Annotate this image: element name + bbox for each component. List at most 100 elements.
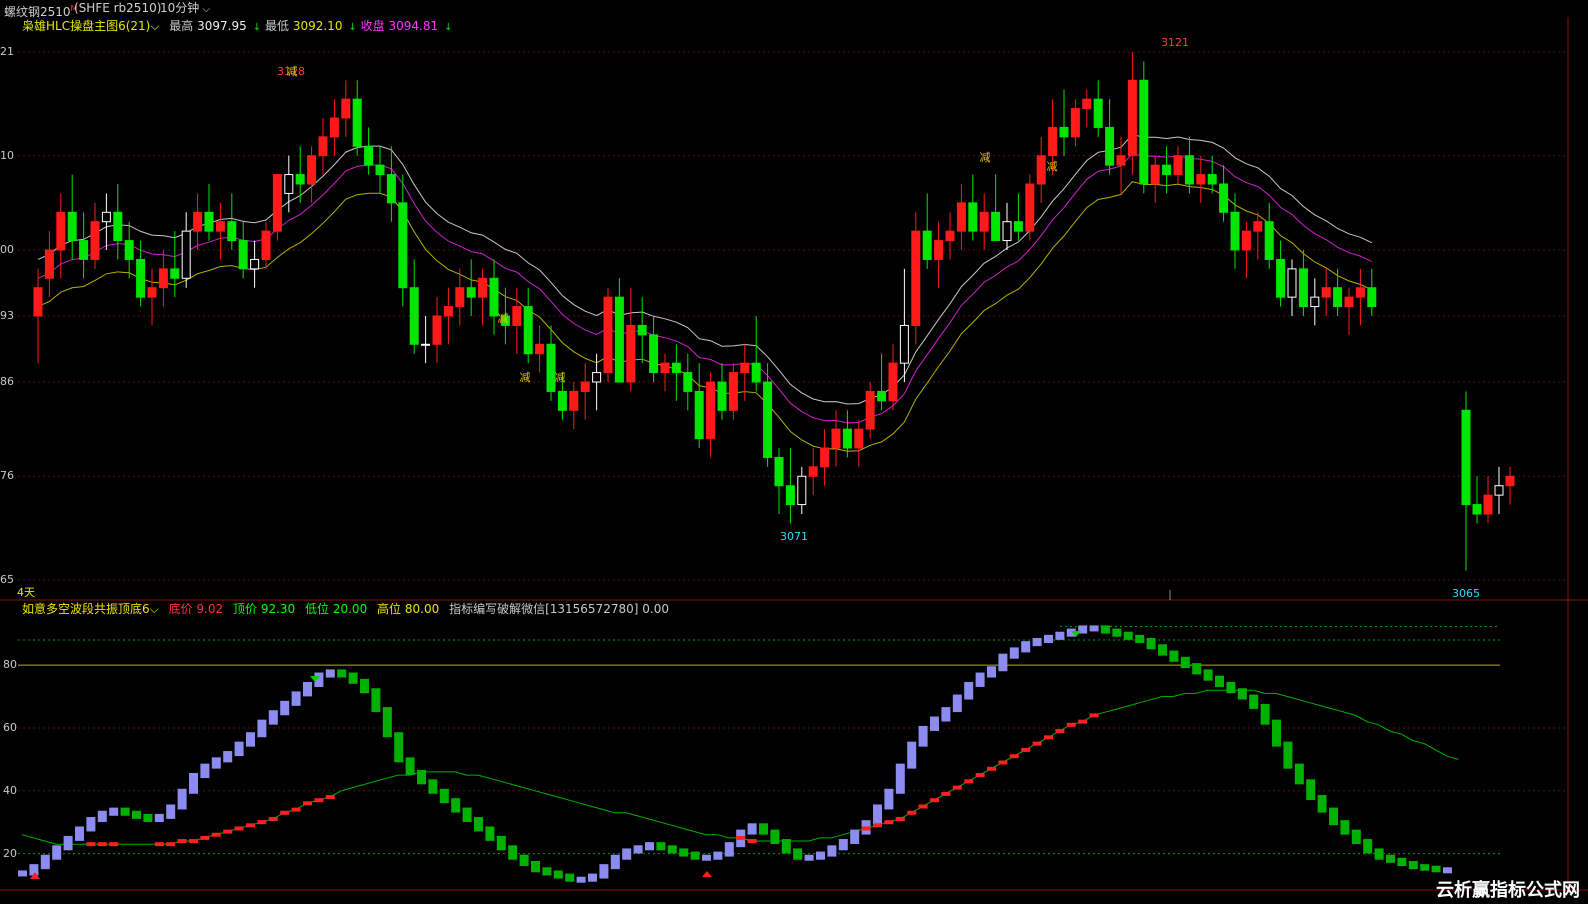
candle <box>1355 287 1365 298</box>
osc-red-mark <box>998 760 1008 765</box>
title-bar: 螺纹钢2510M (SHFE rb2510) 10分钟 ⌵ <box>0 0 1588 19</box>
trough-label: 3065 <box>1452 587 1480 600</box>
chevron-down-icon: ⌵ <box>149 602 159 616</box>
osc-bar <box>1135 634 1145 643</box>
osc-bar <box>531 861 540 873</box>
ma-white-line <box>37 133 1373 405</box>
y-tick-label: 76 <box>0 469 14 483</box>
bottom-label: 底价 <box>168 602 193 616</box>
candle <box>512 306 522 326</box>
osc-bar <box>325 669 335 678</box>
osc-bar <box>462 807 472 823</box>
osc-red-mark <box>873 823 882 828</box>
osc-red-mark <box>1044 735 1053 740</box>
candle <box>181 230 191 279</box>
candle <box>968 202 978 232</box>
candle <box>318 136 328 157</box>
osc-bar <box>542 867 552 876</box>
osc-bar <box>40 854 50 870</box>
osc-bar <box>759 823 768 835</box>
main-indicator-name[interactable]: 枭雄HLC操盘主图6(21)⌵ <box>22 19 159 33</box>
osc-bar <box>679 848 689 857</box>
candle <box>614 296 624 383</box>
candle <box>261 230 271 260</box>
bottom-value: 9.02 <box>196 602 224 616</box>
osc-red-mark <box>246 823 255 828</box>
osc-bar <box>1044 634 1053 643</box>
candle <box>101 211 111 223</box>
period-selector[interactable]: 10分钟 ⌵ <box>160 0 210 18</box>
osc-bar <box>189 773 198 794</box>
osc-bar <box>257 719 267 738</box>
candle <box>899 324 909 364</box>
candle <box>158 268 168 289</box>
osc-bar <box>211 757 221 769</box>
osc-bar <box>1237 688 1247 700</box>
osc-bar <box>1386 854 1395 863</box>
osc-bar <box>382 707 392 738</box>
osc-bar <box>667 845 677 854</box>
candle <box>56 211 66 251</box>
osc-red-mark <box>987 766 996 771</box>
osc-bar <box>303 681 312 697</box>
candle <box>1472 504 1482 515</box>
osc-bar <box>405 757 415 775</box>
candle <box>272 174 282 232</box>
sub-indicator-name[interactable]: 如意多空波段共振顶底6⌵ <box>22 602 159 616</box>
candle <box>865 390 875 430</box>
candle <box>1048 126 1058 157</box>
osc-bar <box>747 823 757 835</box>
osc-bar <box>793 848 803 860</box>
low-value: 3092.10 <box>292 19 343 33</box>
osc-bar <box>713 851 723 860</box>
candle <box>1310 296 1320 308</box>
osc-bar <box>884 788 894 810</box>
osc-red-mark <box>268 817 278 822</box>
osc-bar <box>724 842 734 857</box>
osc-bar <box>998 653 1008 672</box>
osc-bar <box>291 691 301 706</box>
signal-label: 减 <box>287 65 298 78</box>
osc-red-mark <box>166 842 176 847</box>
candle <box>1196 174 1206 185</box>
y-tick-label: 00 <box>0 243 14 256</box>
candle <box>1505 475 1515 487</box>
osc-bar <box>576 876 586 883</box>
osc-bar <box>690 851 700 860</box>
osc-bar <box>177 788 187 810</box>
osc-bar <box>838 839 848 851</box>
low-level-value: 20.00 <box>332 602 368 616</box>
candle <box>341 98 351 119</box>
candle <box>831 428 841 449</box>
candlestick-series <box>33 52 1515 571</box>
osc-bar <box>770 829 780 845</box>
author-value: 0.00 <box>642 602 669 616</box>
osc-red-mark <box>1066 722 1076 727</box>
osc-bar <box>496 835 506 851</box>
signal-label: 减 <box>555 371 566 384</box>
close-value: 3094.81 <box>388 19 439 33</box>
osc-red-mark <box>736 835 746 840</box>
candle <box>79 240 89 260</box>
osc-bar <box>1055 631 1065 640</box>
candle <box>375 164 385 176</box>
osc-bar <box>166 804 176 819</box>
candle <box>1287 268 1297 298</box>
osc-bar <box>234 741 244 757</box>
candle <box>90 221 100 260</box>
osc-red-mark <box>257 820 267 825</box>
y-tick-label: 40 <box>3 783 17 797</box>
candle <box>1494 485 1504 496</box>
candle <box>877 390 887 402</box>
top-label: 顶价 <box>232 602 257 616</box>
candle <box>1162 164 1172 176</box>
osc-red-mark <box>1032 741 1042 746</box>
candle <box>1367 287 1377 308</box>
osc-bar <box>610 854 620 870</box>
candle <box>329 117 339 138</box>
osc-red-mark <box>86 842 96 847</box>
y-tick-label: 80 <box>3 658 17 672</box>
osc-bar <box>1272 719 1281 747</box>
osc-bar <box>918 725 928 747</box>
candle <box>660 362 670 374</box>
